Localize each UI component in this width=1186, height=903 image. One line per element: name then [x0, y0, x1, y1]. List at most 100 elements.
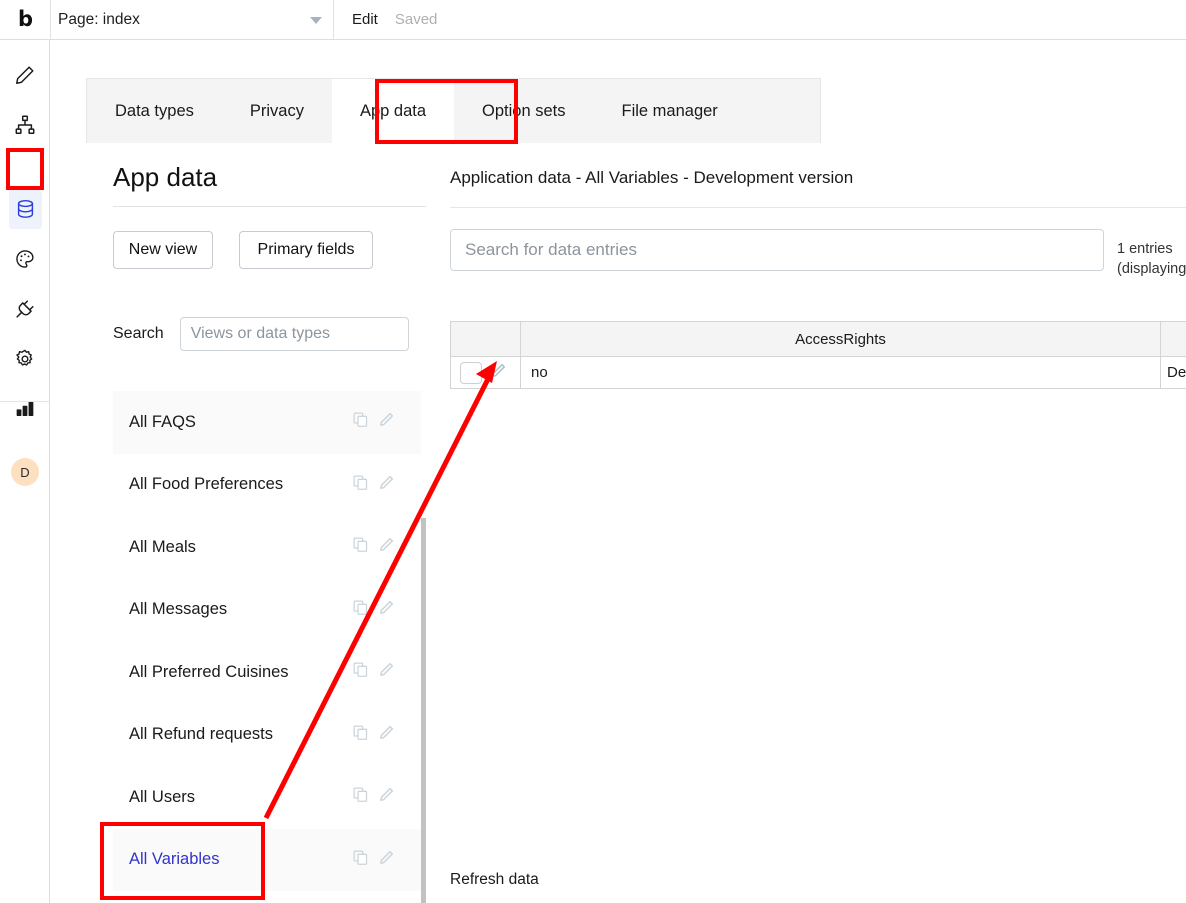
- list-item-label: All Refund requests: [129, 725, 273, 744]
- tab-bar: Data types Privacy App data Option sets …: [86, 78, 821, 144]
- bubble-logo-glyph: b: [17, 7, 33, 31]
- list-item-actions: [352, 661, 419, 683]
- sidebar-item-data[interactable]: [0, 184, 50, 234]
- list-item[interactable]: All Refund requests: [113, 704, 421, 767]
- copy-icon[interactable]: [352, 536, 369, 558]
- copy-icon[interactable]: [352, 724, 369, 746]
- pencil-icon[interactable]: [378, 661, 395, 683]
- tab-file-manager[interactable]: File manager: [594, 79, 746, 144]
- plugin-icon: [14, 298, 36, 320]
- topbar-actions: Edit Saved: [334, 11, 437, 28]
- left-rail: D: [0, 40, 50, 903]
- sidebar-item-workflow[interactable]: [0, 100, 50, 150]
- app-data-right-panel: Application data - All Variables - Devel…: [426, 144, 1186, 903]
- list-item-all-variables[interactable]: All Variables: [113, 828, 421, 891]
- search-input[interactable]: [450, 229, 1104, 271]
- pencil-icon[interactable]: [378, 474, 395, 496]
- copy-icon[interactable]: [352, 786, 369, 808]
- list-item-actions: [352, 474, 419, 496]
- list-item-actions: [352, 849, 419, 871]
- tab-option-sets-label: Option sets: [482, 102, 566, 120]
- tab-data-types-label: Data types: [115, 102, 194, 120]
- primary-fields-button[interactable]: Primary fields: [239, 231, 373, 269]
- pencil-icon[interactable]: [378, 786, 395, 808]
- pencil-icon[interactable]: [378, 536, 395, 558]
- new-view-button-label: New view: [128, 241, 198, 258]
- new-view-button[interactable]: New view: [113, 231, 213, 269]
- copy-icon[interactable]: [352, 849, 369, 871]
- list-item[interactable]: All Messages: [113, 579, 421, 642]
- list-item-label: All Messages: [129, 600, 228, 619]
- sidebar-item-styles[interactable]: [0, 234, 50, 284]
- list-item-actions: [352, 724, 419, 746]
- sidebar-item-design[interactable]: [0, 50, 50, 100]
- list-item[interactable]: All Food Preferences: [113, 454, 421, 517]
- sidebar-item-logs[interactable]: [0, 384, 50, 434]
- list-item-label: All Users: [129, 787, 196, 806]
- chevron-down-icon: [310, 16, 322, 24]
- workflow-icon: [14, 114, 36, 136]
- list-item[interactable]: All Users: [113, 766, 421, 829]
- pencil-icon[interactable]: [378, 411, 395, 433]
- table-header-select: [451, 322, 521, 356]
- cell-next-column: Dec: [1167, 364, 1186, 381]
- tab-file-manager-label: File manager: [621, 102, 718, 120]
- app-data-left-panel: App data New view Primary fields Search …: [86, 144, 427, 903]
- row-checkbox[interactable]: [460, 361, 482, 384]
- top-bar: b Page: index Edit Saved: [0, 0, 1186, 40]
- application-data-title: Application data - All Variables - Devel…: [450, 168, 854, 187]
- sidebar-item-plugins[interactable]: [0, 284, 50, 334]
- bubble-editor-window: b Page: index Edit Saved D Data types Pr…: [0, 0, 1186, 903]
- tab-app-data[interactable]: App data: [331, 79, 455, 144]
- page-selector[interactable]: Page: index: [51, 0, 334, 39]
- cell-access-rights: no: [521, 357, 1161, 388]
- list-item-label: All FAQS: [129, 412, 196, 431]
- list-item-actions: [352, 536, 419, 558]
- views-list: All FAQS All Food Preferences All Meals …: [113, 391, 421, 903]
- views-search-label: Search: [113, 325, 164, 342]
- tab-data-types[interactable]: Data types: [87, 79, 222, 144]
- entries-count-line2: (displaying: [1117, 261, 1186, 277]
- table-header-access-rights[interactable]: AccessRights: [521, 322, 1161, 356]
- database-icon: [14, 198, 37, 221]
- copy-icon[interactable]: [352, 599, 369, 621]
- data-table: AccessRights no Dec: [450, 321, 1186, 389]
- copy-icon[interactable]: [352, 474, 369, 496]
- entries-count-line1: 1 entries: [1117, 241, 1173, 257]
- tab-privacy-label: Privacy: [249, 102, 304, 120]
- list-item[interactable]: All Preferred Cuisines: [113, 641, 421, 704]
- bubble-logo[interactable]: b: [0, 0, 51, 39]
- copy-icon[interactable]: [352, 411, 369, 433]
- table-header-next[interactable]: [1161, 322, 1186, 356]
- tab-option-sets[interactable]: Option sets: [454, 79, 593, 144]
- pencil-icon[interactable]: [378, 724, 395, 746]
- refresh-data-link[interactable]: Refresh data: [450, 871, 539, 889]
- tab-privacy[interactable]: Privacy: [222, 79, 332, 144]
- list-item-label: All Preferred Cuisines: [129, 662, 289, 681]
- list-item[interactable]: All FAQS: [113, 391, 421, 454]
- table-row[interactable]: no Dec: [450, 357, 1186, 389]
- gear-icon: [14, 348, 36, 370]
- save-status-label: Saved: [394, 11, 438, 28]
- views-search-input[interactable]: [179, 317, 409, 351]
- right-panel-divider: [450, 207, 1186, 208]
- pencil-icon[interactable]: [378, 599, 395, 621]
- views-search-row: Search: [113, 317, 409, 351]
- pencil-icon[interactable]: [378, 849, 395, 871]
- page-selector-label: Page: index: [58, 10, 140, 28]
- list-item[interactable]: All Meals: [113, 516, 421, 579]
- row-edit-pencil-icon[interactable]: [490, 362, 507, 383]
- edit-button[interactable]: Edit: [352, 11, 378, 28]
- panel-divider: [113, 206, 427, 207]
- list-item-label: All Variables: [129, 850, 220, 869]
- sidebar-item-settings[interactable]: [0, 334, 50, 384]
- list-item-actions: [352, 599, 419, 621]
- copy-icon[interactable]: [352, 661, 369, 683]
- list-item-actions: [352, 411, 419, 433]
- table-header-row: AccessRights: [450, 321, 1186, 357]
- page-title: App data: [113, 162, 218, 192]
- avatar[interactable]: D: [11, 458, 39, 486]
- rail-divider: [0, 401, 50, 402]
- list-item-actions: [352, 786, 419, 808]
- list-item-label: All Meals: [129, 537, 196, 556]
